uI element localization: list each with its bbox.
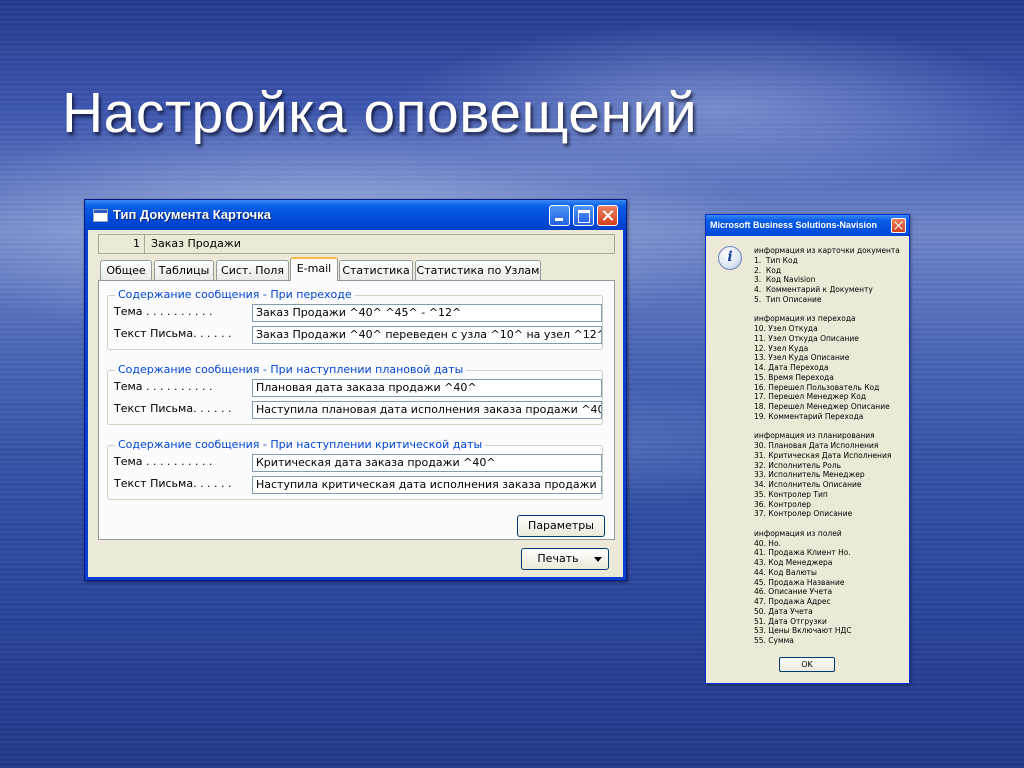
- tab-general[interactable]: Общее: [100, 260, 152, 280]
- body-input[interactable]: Наступила критическая дата исполнения за…: [252, 476, 602, 494]
- email-tab-panel: Содержание сообщения - При переходе Тема…: [98, 280, 615, 540]
- group-legend: Содержание сообщения - При переходе: [115, 288, 355, 301]
- print-button-label: Печать: [537, 552, 579, 565]
- message-box-titlebar[interactable]: Microsoft Business Solutions-Navision: [706, 215, 909, 236]
- table-icon: [93, 209, 108, 222]
- body-label: Текст Письма. . . . . .: [114, 327, 232, 340]
- subject-label: Тема . . . . . . . . . .: [114, 305, 213, 318]
- navision-message-box: Microsoft Business Solutions-Navision i …: [705, 214, 910, 684]
- tab-system-fields[interactable]: Сист. Поля: [216, 260, 289, 280]
- window-titlebar[interactable]: Тип Документа Карточка: [85, 200, 626, 230]
- parameters-button[interactable]: Параметры: [517, 515, 605, 537]
- window-client-area: 1 Заказ Продажи Общее Таблицы Сист. Поля…: [88, 230, 623, 577]
- ok-button[interactable]: OK: [779, 657, 835, 672]
- group-on-critical-date: Содержание сообщения - При наступлении к…: [107, 438, 603, 500]
- close-button[interactable]: [597, 205, 618, 226]
- body-input[interactable]: Заказ Продажи ^40^ переведен с узла ^10^…: [252, 326, 602, 344]
- group-legend: Содержание сообщения - При наступлении к…: [115, 438, 486, 451]
- record-header: 1 Заказ Продажи: [98, 234, 615, 254]
- message-box-title: Microsoft Business Solutions-Navision: [710, 220, 878, 230]
- body-input[interactable]: Наступила плановая дата исполнения заказ…: [252, 401, 602, 419]
- close-button[interactable]: [891, 218, 906, 233]
- group-on-transition: Содержание сообщения - При переходе Тема…: [107, 288, 603, 350]
- tab-tables[interactable]: Таблицы: [154, 260, 214, 280]
- chevron-down-icon: [594, 557, 602, 562]
- tab-statistics[interactable]: Статистика: [339, 260, 413, 280]
- record-number: 1: [99, 235, 145, 253]
- maximize-button[interactable]: [573, 205, 594, 226]
- subject-input[interactable]: Заказ Продажи ^40^ ^45^ - ^12^: [252, 304, 602, 322]
- group-on-planned-date: Содержание сообщения - При наступлении п…: [107, 363, 603, 425]
- print-button[interactable]: Печать: [521, 548, 609, 570]
- subject-input[interactable]: Критическая дата заказа продажи ^40^: [252, 454, 602, 472]
- info-icon: i: [718, 246, 742, 270]
- record-name: Заказ Продажи: [151, 237, 241, 250]
- window-title: Тип Документа Карточка: [113, 207, 271, 222]
- body-label: Текст Письма. . . . . .: [114, 402, 232, 415]
- tab-email[interactable]: E-mail: [290, 257, 338, 281]
- document-type-card-window: Тип Документа Карточка 1 Заказ Продажи О…: [84, 199, 627, 581]
- message-text: информация из карточки документа 1. Тип …: [754, 246, 900, 645]
- body-label: Текст Письма. . . . . .: [114, 477, 232, 490]
- group-legend: Содержание сообщения - При наступлении п…: [115, 363, 467, 376]
- minimize-button[interactable]: [549, 205, 570, 226]
- slide-title: Настройка оповещений: [62, 81, 698, 145]
- subject-input[interactable]: Плановая дата заказа продажи ^40^: [252, 379, 602, 397]
- subject-label: Тема . . . . . . . . . .: [114, 380, 213, 393]
- subject-label: Тема . . . . . . . . . .: [114, 455, 213, 468]
- tab-statistics-by-nodes[interactable]: Статистика по Узлам: [415, 260, 541, 280]
